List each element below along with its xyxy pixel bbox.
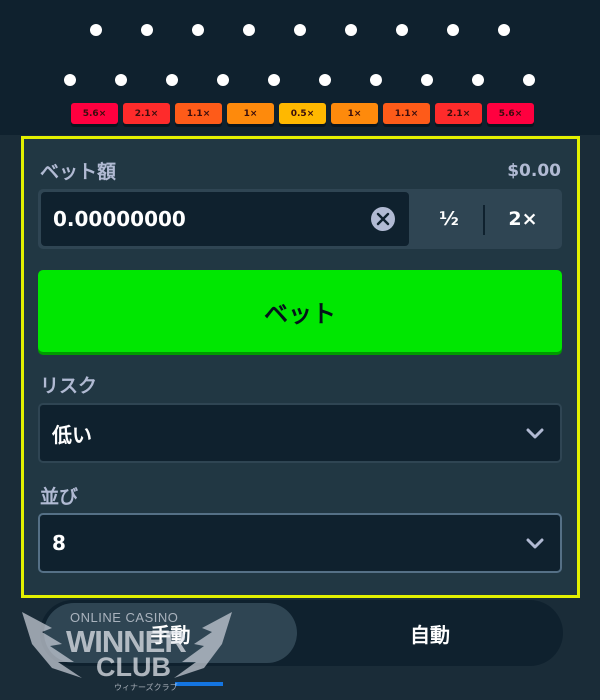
- peg: [166, 74, 178, 86]
- watermark-line1: ONLINE CASINO: [70, 610, 179, 625]
- multiplier-slot: 0.5×: [279, 103, 326, 124]
- peg: [472, 74, 484, 86]
- peg: [64, 74, 76, 86]
- button-divider: [483, 205, 485, 235]
- bet-amount-header: ベット額 $0.00: [40, 157, 561, 184]
- bet-amount-label: ベット額: [40, 161, 117, 183]
- multiplier-slot: 1×: [227, 103, 274, 124]
- watermark-line4: ウィナーズクラブ: [114, 683, 178, 692]
- rows-select[interactable]: 8: [38, 513, 562, 573]
- risk-label: リスク: [40, 375, 98, 397]
- peg: [90, 24, 102, 36]
- bet-amount-value: 0.00000000: [53, 207, 186, 231]
- peg: [243, 24, 255, 36]
- close-circle-icon[interactable]: [371, 207, 395, 231]
- bet-control-panel: ベット額 $0.00 0.00000000 ½ 2× ベット リスク 低い 並び…: [21, 136, 580, 598]
- multiplier-slot: 2.1×: [435, 103, 482, 124]
- peg: [268, 74, 280, 86]
- peg: [319, 74, 331, 86]
- bet-amount-usd: $0.00: [507, 160, 561, 181]
- multiplier-slot: 5.6×: [71, 103, 118, 124]
- multiplier-slot: 2.1×: [123, 103, 170, 124]
- multiplier-slot: 1×: [331, 103, 378, 124]
- peg: [217, 74, 229, 86]
- multiplier-slot: 5.6×: [487, 103, 534, 124]
- rows-selected-value: 8: [52, 531, 66, 555]
- peg: [396, 24, 408, 36]
- risk-select[interactable]: 低い: [38, 403, 562, 463]
- chevron-down-icon: [526, 531, 544, 555]
- rows-label: 並び: [40, 486, 79, 508]
- plinko-board: 5.6× 2.1× 1.1× 1× 0.5× 1× 1.1× 2.1× 5.6×: [0, 0, 600, 135]
- peg: [345, 24, 357, 36]
- bet-amount-input[interactable]: 0.00000000: [41, 192, 409, 246]
- peg: [447, 24, 459, 36]
- half-bet-button[interactable]: ½: [414, 192, 484, 246]
- peg: [294, 24, 306, 36]
- tab-auto[interactable]: 自動: [302, 603, 558, 663]
- peg: [498, 24, 510, 36]
- bet-amount-group: 0.00000000 ½ 2×: [38, 189, 562, 249]
- peg: [421, 74, 433, 86]
- multiplier-row: 5.6× 2.1× 1.1× 1× 0.5× 1× 1.1× 2.1× 5.6×: [71, 103, 534, 124]
- risk-selected-value: 低い: [52, 422, 92, 447]
- bet-button[interactable]: ベット: [38, 270, 562, 352]
- chevron-down-icon: [526, 421, 544, 445]
- peg: [192, 24, 204, 36]
- peg: [370, 74, 382, 86]
- multiplier-slot: 1.1×: [383, 103, 430, 124]
- peg: [115, 74, 127, 86]
- multiplier-slot: 1.1×: [175, 103, 222, 124]
- peg: [141, 24, 153, 36]
- watermark-line3: CLUB: [96, 652, 171, 682]
- peg: [523, 74, 535, 86]
- double-bet-button[interactable]: 2×: [486, 192, 560, 246]
- winner-club-watermark: ONLINE CASINO WINNER CLUB ウィナーズクラブ: [22, 608, 232, 692]
